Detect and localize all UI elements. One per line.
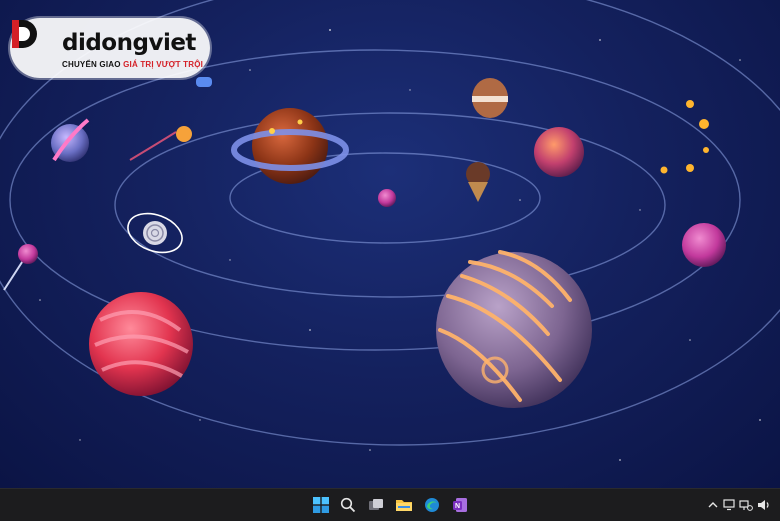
task-view-icon[interactable]	[366, 495, 386, 515]
brand-logo: didongviet CHUYỂN GIAO GIÁ TRỊ VƯỢT TRỘI	[10, 18, 210, 78]
brand-tagline-prefix: CHUYỂN GIAO	[62, 60, 121, 69]
file-explorer-icon[interactable]	[394, 495, 414, 515]
brand-logo-mark	[12, 20, 37, 48]
desktop-wallpaper: didongviet CHUYỂN GIAO GIÁ TRỊ VƯỢT TRỘI	[0, 0, 780, 488]
volume-icon[interactable]	[757, 498, 771, 512]
edge-browser-icon[interactable]	[422, 495, 442, 515]
onenote-icon[interactable]: N	[450, 495, 470, 515]
search-icon[interactable]	[338, 495, 358, 515]
svg-text:N: N	[455, 503, 460, 510]
network-icon[interactable]	[739, 498, 753, 512]
windows-start-icon[interactable]	[311, 495, 331, 515]
chevron-up-icon[interactable]	[706, 498, 720, 512]
display-icon[interactable]	[722, 498, 736, 512]
brand-tagline: CHUYỂN GIAO GIÁ TRỊ VƯỢT TRỘI	[62, 60, 203, 69]
brand-name: didongviet	[62, 30, 196, 56]
taskbar: N	[0, 488, 780, 521]
brand-tagline-accent: GIÁ TRỊ VƯỢT TRỘI	[123, 60, 204, 69]
